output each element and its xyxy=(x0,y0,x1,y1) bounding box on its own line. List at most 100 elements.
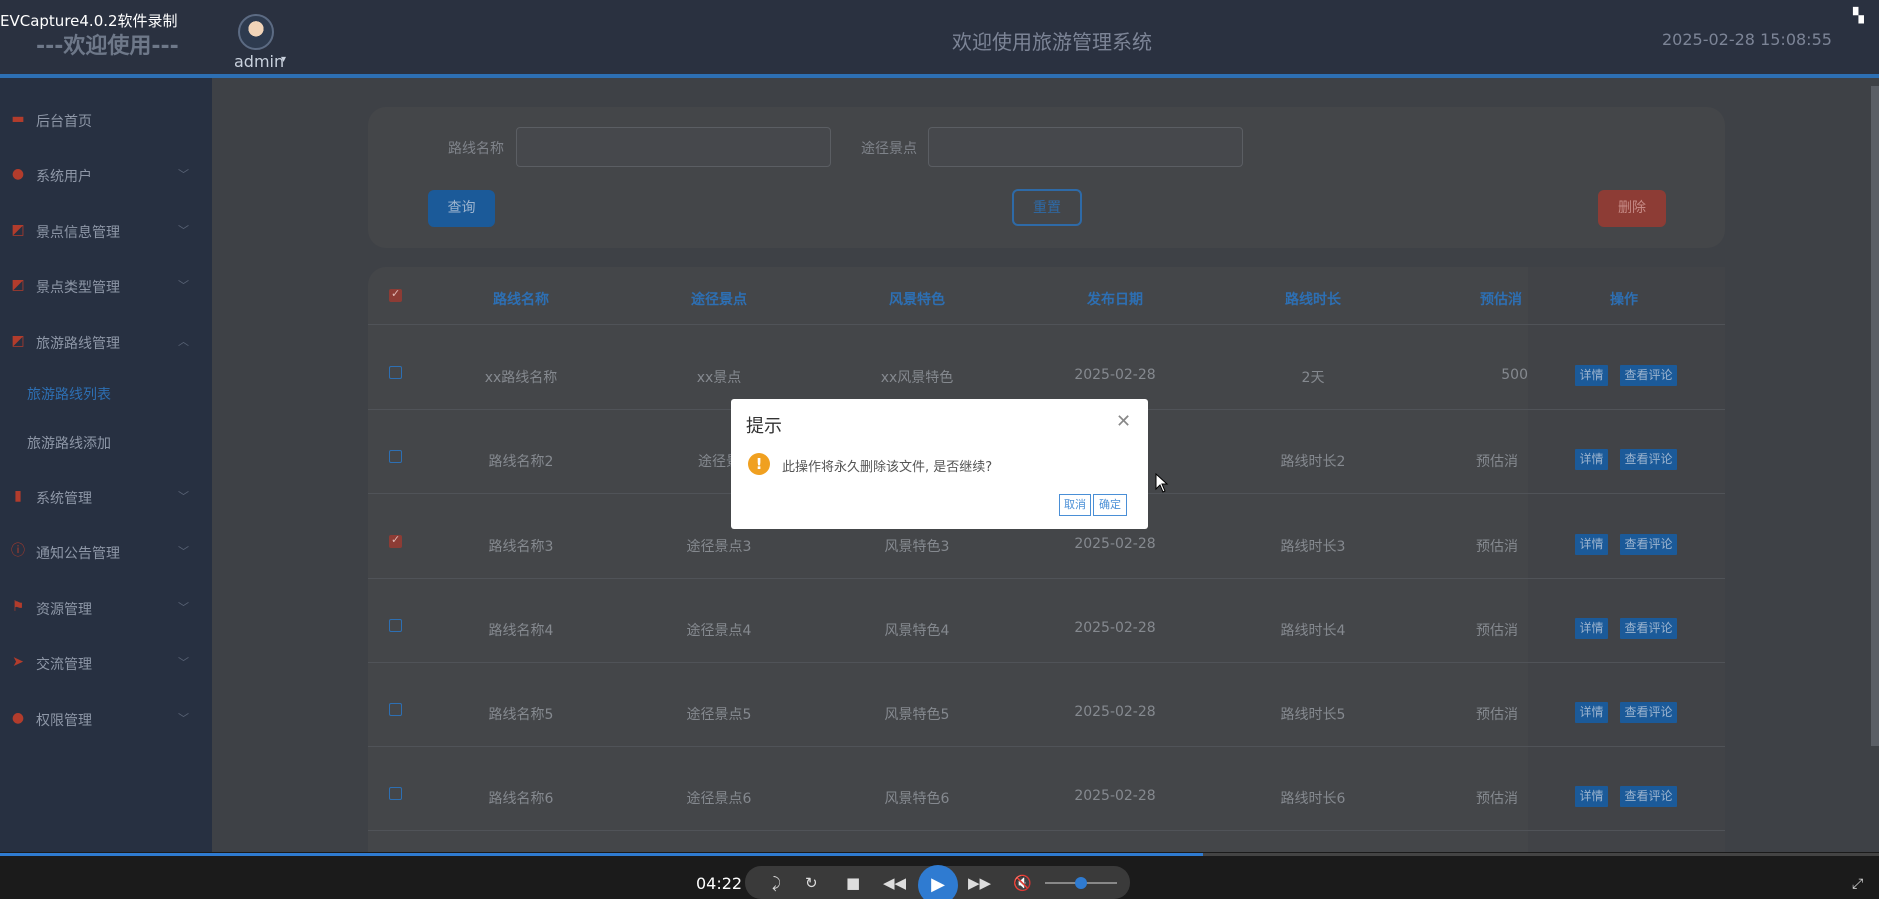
row-checkbox[interactable] xyxy=(389,703,402,716)
chevron-up-icon: ︿ xyxy=(178,335,189,348)
close-icon[interactable]: ✕ xyxy=(1116,411,1131,432)
spots-input[interactable] xyxy=(928,127,1243,167)
vertical-scrollbar[interactable] xyxy=(1871,86,1879,746)
detail-button[interactable]: 详情 xyxy=(1575,534,1608,555)
cell-spots: 途径景点4 xyxy=(686,623,752,639)
chevron-down-icon: ﹀ xyxy=(178,279,189,292)
sidebar-item-label: 通知公告管理 xyxy=(36,546,120,562)
table-header-5: 预估消 xyxy=(1480,292,1522,308)
select-all-checkbox[interactable] xyxy=(389,287,402,302)
route-name-input[interactable] xyxy=(516,127,831,167)
chevron-down-icon: ﹀ xyxy=(178,168,189,181)
confirm-button[interactable]: 确定 xyxy=(1093,494,1127,516)
flag-icon: ⚑ xyxy=(11,599,25,615)
detail-button[interactable]: 详情 xyxy=(1575,449,1608,470)
cell-spots: 途径景点3 xyxy=(686,539,752,555)
row-checkbox[interactable] xyxy=(389,787,402,800)
sidebar-item-label: 系统管理 xyxy=(36,491,92,507)
rewind-icon[interactable]: ◀◀ xyxy=(883,874,906,892)
cell-scenery: xx风景特色 xyxy=(880,370,954,386)
sidebar-item-8[interactable]: ➤ 交流管理 ﹀ xyxy=(0,643,212,683)
detail-button[interactable]: 详情 xyxy=(1575,786,1608,807)
sidebar-item-9[interactable]: ● 权限管理 ﹀ xyxy=(0,699,212,739)
sidebar-item-6[interactable]: ⓘ 通知公告管理 ﹀ xyxy=(0,532,212,572)
cell-spots: xx景点 xyxy=(696,370,742,386)
cell-cost: 500 xyxy=(1501,367,1528,383)
cell-cost: 预估消 xyxy=(1476,539,1518,555)
cell-date: 2025-02-28 xyxy=(1074,536,1156,552)
grid-icon[interactable]: ▚ xyxy=(1853,8,1869,24)
chevron-down-icon: ﹀ xyxy=(178,712,189,725)
row-checkbox[interactable] xyxy=(389,450,402,463)
mute-icon[interactable]: 🔇 xyxy=(1013,874,1032,892)
cell-scenery: 风景特色4 xyxy=(884,623,950,639)
chart-icon: ◩ xyxy=(11,222,25,238)
chart-icon: ◩ xyxy=(11,333,25,349)
row-checkbox[interactable] xyxy=(389,533,402,548)
cell-cost: 预估消 xyxy=(1476,623,1518,639)
datetime-display: 2025-02-28 15:08:55 xyxy=(1662,30,1832,49)
sidebar-item-label: 景点类型管理 xyxy=(36,280,120,296)
row-checkbox[interactable] xyxy=(389,366,402,379)
play-icon[interactable]: ▶ xyxy=(918,865,958,899)
sidebar-item-2[interactable]: ◩ 景点信息管理 ﹀ xyxy=(0,211,212,251)
detail-button[interactable]: 详情 xyxy=(1575,702,1608,723)
volume-knob[interactable] xyxy=(1075,877,1087,889)
fullscreen-icon[interactable]: ⤢ xyxy=(1852,876,1863,892)
sidebar-item-4[interactable]: ◩ 旅游路线管理 ︿ xyxy=(0,322,212,362)
sidebar-item-0[interactable]: ▬ 后台首页 xyxy=(0,100,212,140)
progress-fill xyxy=(0,853,1203,856)
cell-cost: 预估消 xyxy=(1476,707,1518,723)
skip-icon[interactable]: ⤸ xyxy=(772,874,781,892)
view-reviews-button[interactable]: 查看评论 xyxy=(1620,365,1677,386)
avatar[interactable] xyxy=(238,14,274,50)
reset-button[interactable]: 重置 xyxy=(1012,189,1082,226)
bar-chart-icon: ▮ xyxy=(14,488,22,504)
sidebar-item-label: 权限管理 xyxy=(36,713,92,729)
row-divider xyxy=(368,324,1725,325)
replay-icon[interactable]: ↻ xyxy=(805,874,818,892)
detail-button[interactable]: 详情 xyxy=(1575,365,1608,386)
delete-button[interactable]: 删除 xyxy=(1598,190,1666,227)
fast-forward-icon[interactable]: ▶▶ xyxy=(968,874,991,892)
stop-icon[interactable]: ■ xyxy=(846,874,860,892)
mouse-cursor-icon xyxy=(1155,473,1169,493)
cell-date: 2025-02-28 xyxy=(1074,788,1156,804)
sidebar-item-5[interactable]: ▮ 系统管理 ﹀ xyxy=(0,477,212,517)
sidebar-item-1[interactable]: ● 系统用户 ﹀ xyxy=(0,155,212,195)
cell-duration: 路线时长2 xyxy=(1280,454,1346,470)
top-header: EVCapture4.0.2软件录制 ---欢迎使用--- admin ▾ 欢迎… xyxy=(0,0,1879,80)
sidebar-item-label: 景点信息管理 xyxy=(36,225,120,241)
chevron-down-icon: ﹀ xyxy=(178,490,189,503)
view-reviews-button[interactable]: 查看评论 xyxy=(1620,449,1677,470)
view-reviews-button[interactable]: 查看评论 xyxy=(1620,702,1677,723)
send-icon: ➤ xyxy=(12,654,24,670)
table-header-4: 路线时长 xyxy=(1285,292,1341,308)
route-name-label: 路线名称 xyxy=(448,141,504,157)
row-checkbox[interactable] xyxy=(389,619,402,632)
view-reviews-button[interactable]: 查看评论 xyxy=(1620,618,1677,639)
sidebar-item-7[interactable]: ⚑ 资源管理 ﹀ xyxy=(0,588,212,628)
cell-scenery: 风景特色3 xyxy=(884,539,950,555)
chart-icon: ◩ xyxy=(11,277,25,293)
view-reviews-button[interactable]: 查看评论 xyxy=(1620,786,1677,807)
table-header-1: 途径景点 xyxy=(691,292,747,308)
cell-date: 2025-02-28 xyxy=(1074,367,1156,383)
user-menu[interactable]: admin xyxy=(234,52,284,71)
query-button[interactable]: 查询 xyxy=(428,190,495,227)
cell-name: 路线名称2 xyxy=(488,454,554,470)
cell-duration: 路线时长4 xyxy=(1280,623,1346,639)
detail-button[interactable]: 详情 xyxy=(1575,618,1608,639)
row-divider xyxy=(368,662,1725,663)
user-icon: ● xyxy=(11,166,25,182)
view-reviews-button[interactable]: 查看评论 xyxy=(1620,534,1677,555)
cell-scenery: 风景特色6 xyxy=(884,791,950,807)
cell-spots: 途径景点5 xyxy=(686,707,752,723)
chevron-down-icon: ﹀ xyxy=(178,545,189,558)
caret-down-icon[interactable]: ▾ xyxy=(281,54,286,65)
sidebar-subitem-route-list[interactable]: 旅游路线列表 xyxy=(27,384,111,404)
cancel-button[interactable]: 取消 xyxy=(1059,494,1091,516)
sidebar-item-3[interactable]: ◩ 景点类型管理 ﹀ xyxy=(0,266,212,306)
cell-cost: 预估消 xyxy=(1476,791,1518,807)
sidebar-subitem-route-add[interactable]: 旅游路线添加 xyxy=(27,433,111,453)
